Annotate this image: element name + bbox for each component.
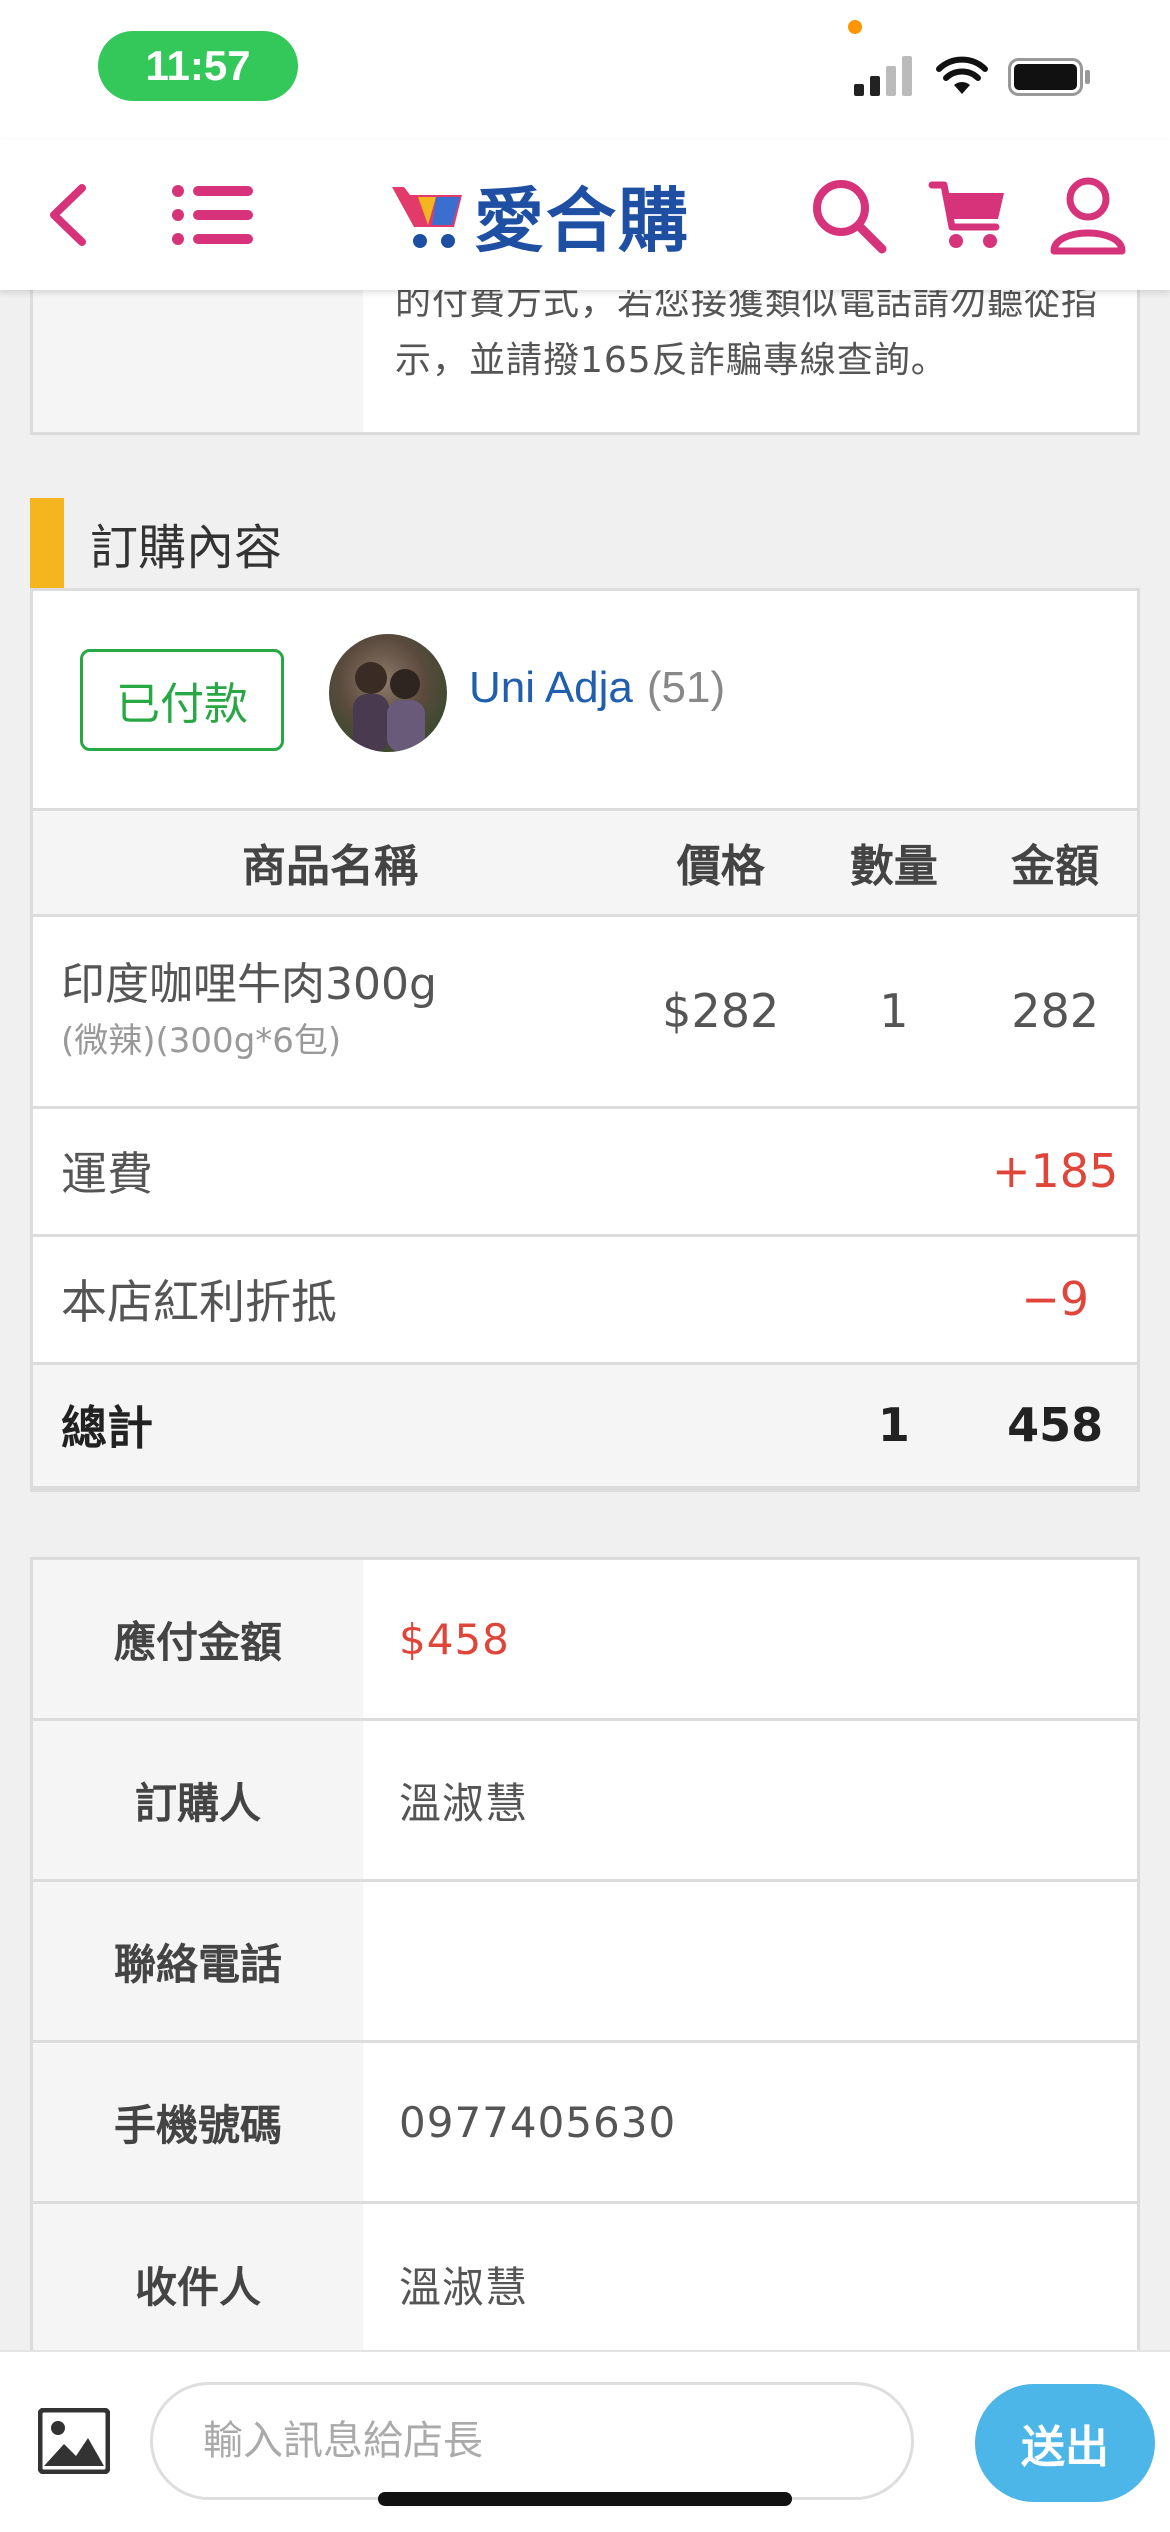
info-label: 收件人 [33,2204,363,2365]
search-icon[interactable] [805,175,891,255]
info-label: 訂購人 [33,1721,363,1879]
home-indicator [378,2492,792,2506]
info-row-phone: 聯絡電話 [33,1882,1137,2043]
product-cell: 印度咖哩牛肉300g (微辣)(300g*6包) [33,915,628,1109]
shipping-amount: +185 [973,1107,1137,1237]
discount-label: 本店紅利折抵 [33,1235,974,1365]
image-upload-icon[interactable] [38,2408,110,2474]
recipient-value: 溫淑慧 [399,2263,529,2312]
info-row-amount-due: 應付金額 $458 [33,1560,1137,1721]
battery-icon [1008,58,1090,96]
info-label: 聯絡電話 [33,1882,363,2040]
app-header: 愛合購 [0,140,1170,290]
seller-rating-count: (51) [646,663,726,712]
cellular-signal-icon [854,56,912,96]
section-header: 訂購內容 [30,498,282,588]
send-button[interactable]: 送出 [975,2384,1155,2502]
cart-icon[interactable] [925,175,1011,255]
logo-text: 愛合購 [474,179,690,262]
orderer-value: 溫淑慧 [399,1778,529,1828]
product-qty: 1 [814,915,974,1109]
seller-link[interactable]: Uni Adja (51) [469,663,725,713]
fraud-notice-text: 的付費方式，若您接獲類似電話請勿聽從指示，並請撥165反詐騙專線查詢。 [395,282,1099,381]
section-title: 訂購內容 [90,520,283,576]
total-qty: 1 [814,1363,974,1489]
column-header-price: 價格 [627,811,815,917]
column-header-qty: 數量 [814,811,974,917]
order-info-card: 應付金額 $458 訂購人 溫淑慧 聯絡電話 手機號碼 0977405630 收… [30,1557,1140,2365]
discount-row: 本店紅利折抵 −9 [33,1235,1137,1365]
product-price: $282 [627,915,815,1109]
wifi-icon [936,56,988,94]
status-badge: 已付款 [80,649,284,751]
info-row-orderer: 訂購人 溫淑慧 [33,1721,1137,1882]
info-row-mobile: 手機號碼 0977405630 [33,2043,1137,2204]
avatar[interactable] [329,634,447,752]
status-time: 11:57 [98,31,298,101]
order-items-table: 商品名稱 價格 數量 金額 印度咖哩牛肉300g (微辣)(300g*6包) $… [33,811,1137,1489]
product-variant: (微辣)(300g*6包) [61,1021,342,1061]
shipping-label: 運費 [33,1107,974,1237]
amount-due-value: $458 [399,1614,510,1664]
table-header-row: 商品名稱 價格 數量 金額 [33,811,1137,917]
seller-name[interactable]: Uni Adja [469,663,633,712]
back-icon[interactable] [38,175,98,255]
fraud-notice: 的付費方式，若您接獲類似電話請勿聽從指示，並請撥165反詐騙專線查詢。 [30,270,1140,435]
status-bar: 11:57 [0,0,1170,140]
info-label: 手機號碼 [33,2043,363,2201]
table-row: 印度咖哩牛肉300g (微辣)(300g*6包) $282 1 282 [33,915,1137,1109]
app-logo[interactable]: 愛合購 [388,170,698,262]
discount-amount: −9 [973,1235,1137,1365]
logo-cart-icon [392,187,462,248]
phone-value [363,1882,1137,2040]
total-label: 總計 [33,1363,815,1489]
mobile-value: 0977405630 [399,2097,677,2147]
column-header-name: 商品名稱 [33,811,628,917]
privacy-indicator-dot [848,20,862,34]
product-name: 印度咖哩牛肉300g [61,959,437,1010]
total-row: 總計 1 458 [33,1363,1137,1489]
order-header: 已付款 Uni Adja (51) [33,591,1137,811]
order-card: 已付款 Uni Adja (51) 商品名稱 價格 數量 金額 印度咖哩牛肉30… [30,588,1140,1492]
product-amount: 282 [973,915,1137,1109]
user-icon[interactable] [1045,175,1131,255]
section-accent-bar [30,498,64,588]
shipping-row: 運費 +185 [33,1107,1137,1237]
message-input[interactable] [150,2382,914,2500]
total-amount: 458 [973,1363,1137,1489]
info-label: 應付金額 [33,1560,363,1718]
info-row-recipient: 收件人 溫淑慧 [33,2204,1137,2365]
column-header-amount: 金額 [973,811,1137,917]
menu-icon[interactable] [170,175,256,255]
